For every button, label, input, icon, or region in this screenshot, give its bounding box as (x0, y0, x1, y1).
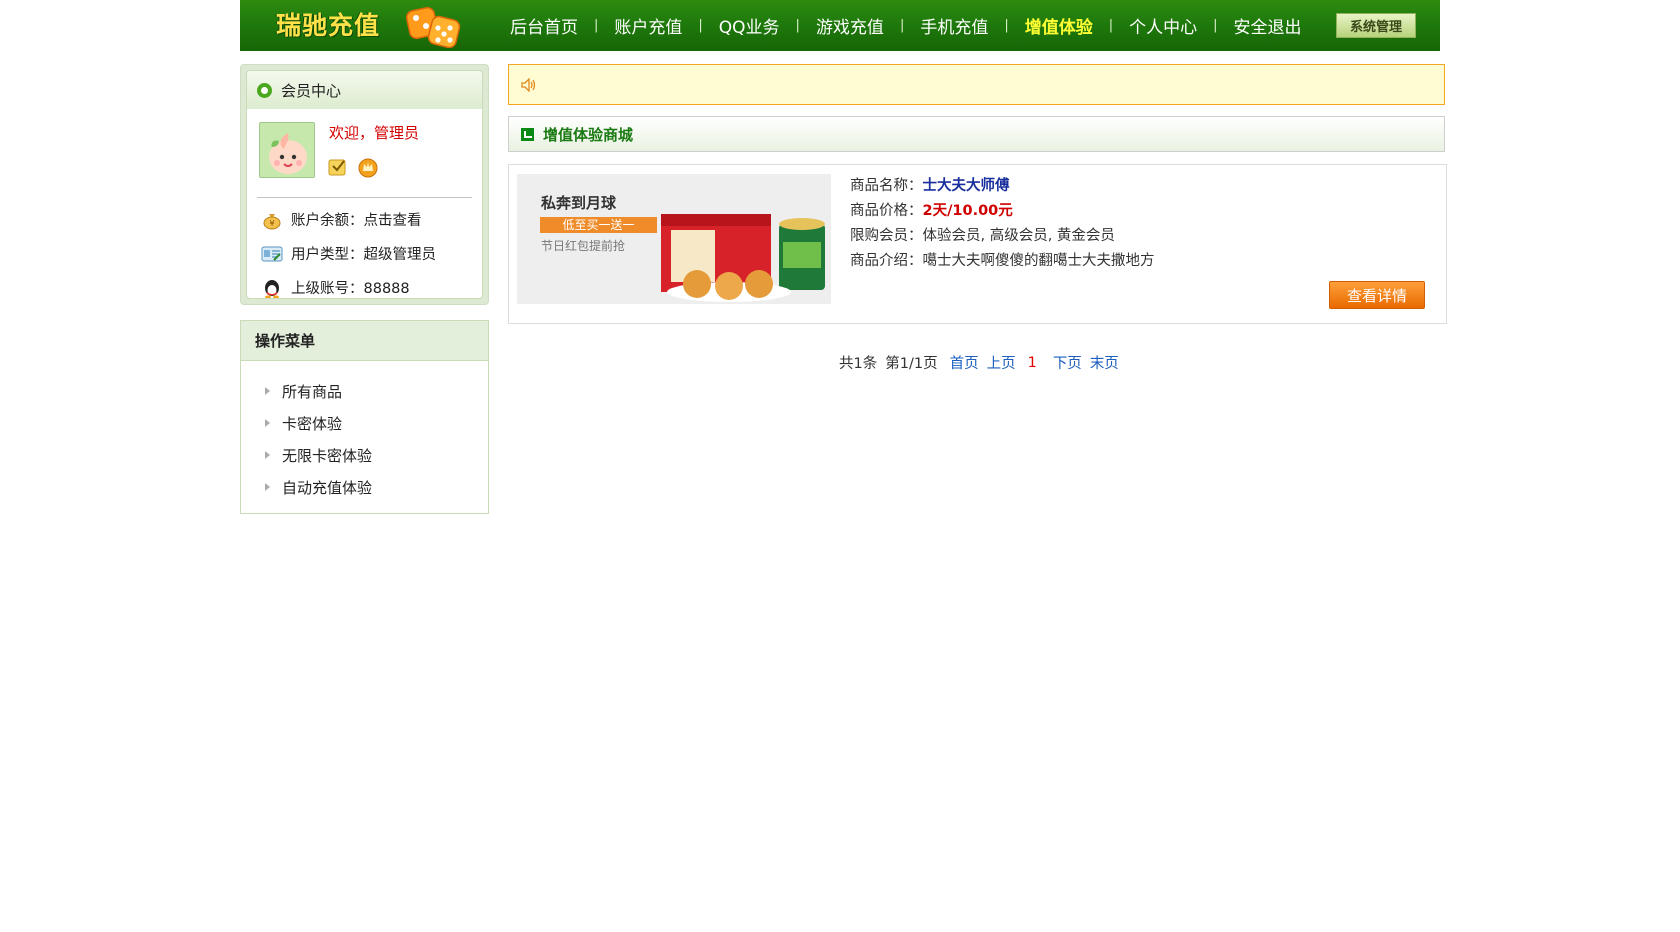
member-center-inner: 会员中心 欢迎，管理员 ¥ 账户余额：点击查看 用户类型：超级管理员 上级账号：… (246, 70, 483, 299)
member-center-header: 会员中心 (247, 71, 482, 109)
menu-item-unlimited-card[interactable]: 无限卡密体验 (241, 439, 488, 471)
id-card-icon (261, 246, 283, 261)
nav-separator: | (1108, 18, 1114, 33)
nav-mobile-recharge[interactable]: 手机充值 (920, 13, 988, 38)
main-nav: 后台首页 | 账户充值 | QQ业务 | 游戏充值 | 手机充值 | 增值体验 … (510, 0, 1302, 51)
nav-separator: | (698, 18, 703, 33)
product-members: 体验会员, 高级会员, 黄金会员 (922, 228, 1115, 244)
menu-item-card-experience[interactable]: 卡密体验 (241, 407, 488, 439)
section-arrow-icon (521, 127, 534, 141)
nav-qq-service[interactable]: QQ业务 (719, 13, 780, 38)
pager-total: 共1条 (839, 356, 878, 372)
nav-personal-center[interactable]: 个人中心 (1129, 13, 1197, 38)
menu-item-label[interactable]: 卡密体验 (282, 413, 342, 434)
peach-avatar-icon (260, 123, 314, 177)
balance-row[interactable]: ¥ 账户余额：点击查看 (261, 209, 422, 230)
product-info: 商品名称： 士大夫大师傅 商品价格： 2天/10.00元 限购会员： 体验会员,… (850, 172, 1155, 272)
money-bag-icon: ¥ (263, 213, 281, 229)
nav-logout[interactable]: 安全退出 (1234, 13, 1302, 38)
balance-text[interactable]: 账户余额：点击查看 (291, 209, 422, 230)
crown-badge-icon (358, 158, 378, 178)
avatar (259, 122, 315, 178)
nav-value-added[interactable]: 增值体验 (1025, 13, 1093, 38)
operation-menu-list: 所有商品 卡密体验 无限卡密体验 自动充值体验 (241, 361, 488, 503)
nav-home[interactable]: 后台首页 (510, 13, 578, 38)
view-details-button[interactable]: 查看详情 (1329, 281, 1425, 309)
pager-next-link[interactable]: 下页 (1053, 352, 1082, 373)
operation-menu-panel: 操作菜单 所有商品 卡密体验 无限卡密体验 自动充值体验 (240, 320, 489, 514)
parent-account-row: 上级账号：88888 (261, 277, 410, 298)
promo-title: 私奔到月球 (541, 194, 617, 212)
vip-badge-icon (328, 159, 346, 176)
promo-subtitle: 节日红包提前抢 (541, 239, 626, 253)
pagination: 共1条 第1/1页 首页 上页 1 下页 末页 (839, 352, 1119, 373)
level-badges (327, 156, 379, 178)
menu-item-label[interactable]: 自动充值体验 (282, 477, 372, 498)
speaker-icon (521, 77, 536, 92)
section-header: 增值体验商城 (508, 116, 1445, 152)
triangle-right-icon (265, 419, 270, 427)
svg-text:¥: ¥ (269, 219, 274, 228)
section-title: 增值体验商城 (543, 125, 634, 144)
menu-item-label[interactable]: 无限卡密体验 (282, 445, 372, 466)
product-price-row: 商品价格： 2天/10.00元 (850, 197, 1155, 222)
triangle-right-icon (265, 387, 270, 395)
product-card: 私奔到月球 低至买一送一 节日红包提前抢 商品名称： 士大夫大师傅 商品价格： … (508, 164, 1447, 324)
product-name[interactable]: 士大夫大师傅 (923, 174, 1010, 195)
site-logo[interactable]: 瑞驰充值 (276, 6, 380, 42)
product-price: 2天/10.00元 (922, 203, 1013, 219)
product-desc-row: 商品介绍： 噶士大夫啊傻傻的翻噶士大夫撒地方 (850, 247, 1155, 272)
circle-bullet-icon (257, 82, 272, 98)
user-type-row: 用户类型：超级管理员 (261, 243, 436, 264)
welcome-text: 欢迎，管理员 (329, 124, 420, 142)
product-desc-label: 商品介绍： (850, 253, 923, 269)
nav-game-recharge[interactable]: 游戏充值 (816, 13, 884, 38)
nav-separator: | (899, 18, 905, 33)
pager-current-page[interactable]: 1 (1028, 355, 1037, 371)
nav-separator: | (795, 18, 800, 33)
product-name-row: 商品名称： 士大夫大师傅 (850, 172, 1155, 197)
nav-separator: | (1004, 18, 1009, 33)
dice-logo-icon (405, 6, 461, 48)
menu-item-label[interactable]: 所有商品 (282, 381, 342, 402)
pager-first-link[interactable]: 首页 (950, 352, 979, 373)
product-image[interactable]: 私奔到月球 低至买一送一 节日红包提前抢 (517, 174, 831, 304)
pager-last-link[interactable]: 末页 (1090, 352, 1119, 373)
qq-penguin-icon (265, 279, 279, 298)
menu-item-auto-recharge[interactable]: 自动充值体验 (241, 471, 488, 503)
promo-tag: 低至买一送一 (540, 217, 657, 233)
user-type-text: 用户类型：超级管理员 (291, 247, 436, 263)
member-center-title: 会员中心 (281, 81, 342, 100)
product-members-row: 限购会员： 体验会员, 高级会员, 黄金会员 (850, 222, 1155, 247)
triangle-right-icon (265, 451, 270, 459)
top-header: 瑞驰充值 后台首页 | 账户充值 | QQ业务 | 游戏充值 | 手机充值 | … (240, 0, 1440, 51)
pager-prev-link[interactable]: 上页 (987, 352, 1016, 373)
pager-page: 第1/1页 (885, 356, 938, 372)
system-admin-button[interactable]: 系统管理 (1336, 13, 1416, 38)
menu-item-all-products[interactable]: 所有商品 (241, 375, 488, 407)
operation-menu-title: 操作菜单 (241, 321, 488, 361)
triangle-right-icon (265, 483, 270, 491)
nav-separator: | (1213, 18, 1218, 33)
product-members-label: 限购会员： (850, 228, 923, 244)
product-price-label: 商品价格： (850, 203, 923, 219)
notice-bar (508, 64, 1445, 105)
nav-separator: | (594, 18, 599, 33)
mooncake-gift-box-icon (661, 214, 825, 302)
product-name-label: 商品名称： (850, 178, 923, 194)
parent-account-text: 上级账号：88888 (291, 281, 410, 297)
member-center-panel: 会员中心 欢迎，管理员 ¥ 账户余额：点击查看 用户类型：超级管理员 上级账号：… (240, 64, 489, 305)
member-divider (257, 197, 472, 198)
product-desc: 噶士大夫啊傻傻的翻噶士大夫撒地方 (922, 253, 1155, 269)
nav-account-recharge[interactable]: 账户充值 (614, 13, 682, 38)
